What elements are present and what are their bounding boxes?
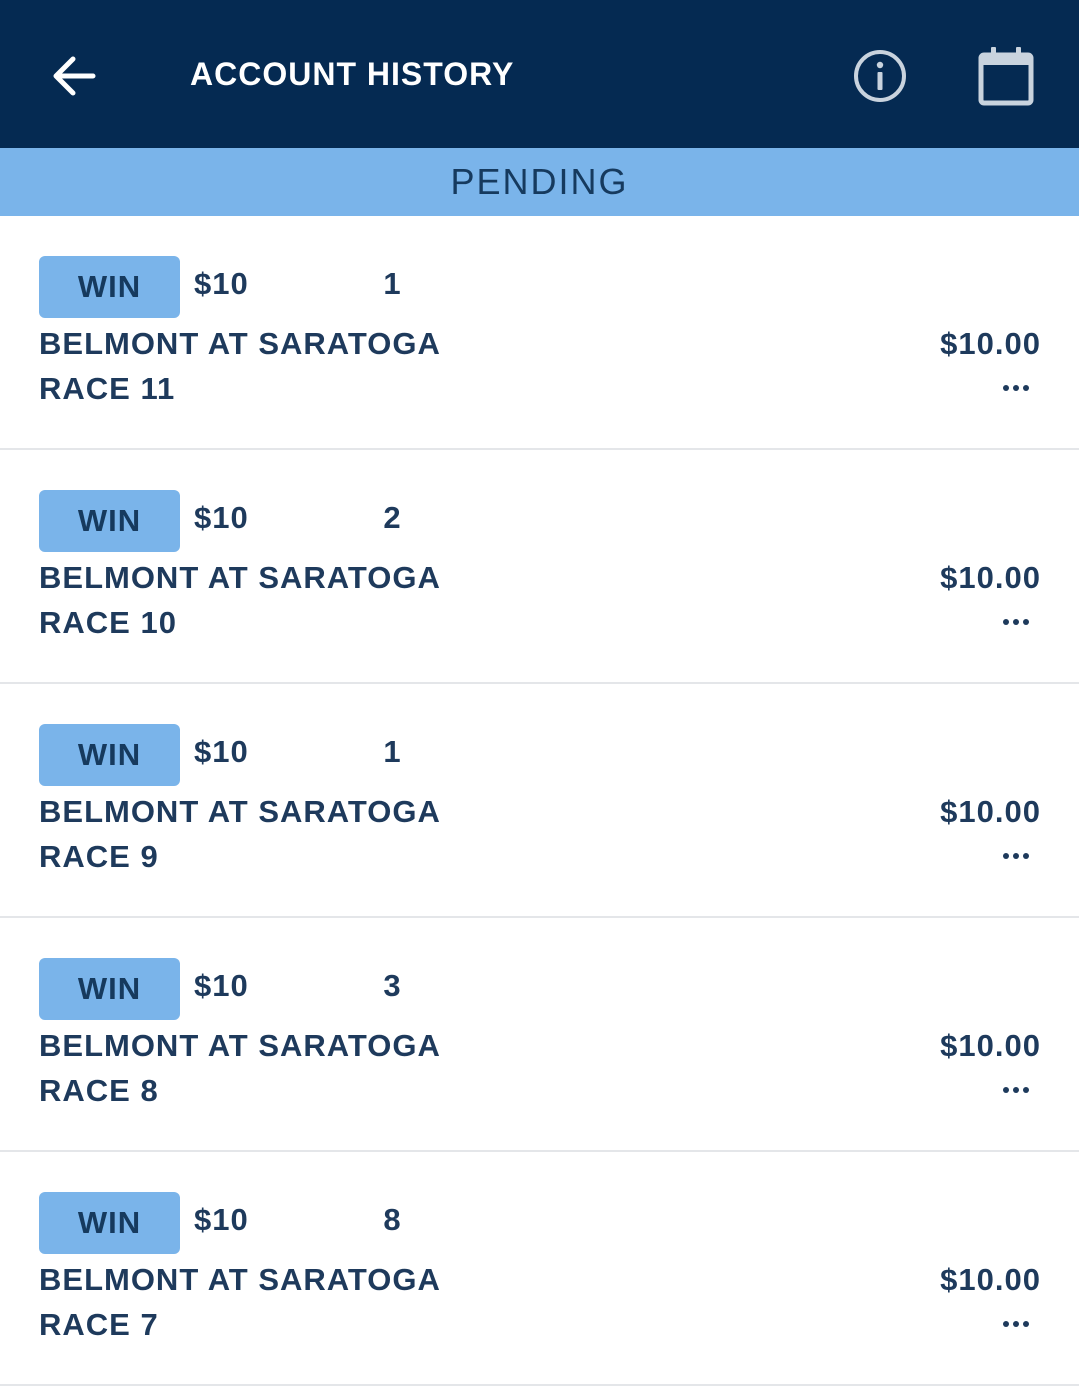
more-horizontal-icon [1003, 1321, 1029, 1327]
wager-total: $10.00 [940, 560, 1041, 595]
wager-total: $10.00 [940, 794, 1041, 829]
bet-selection: 3 [383, 968, 401, 1003]
pending-section-header: PENDING [0, 148, 1079, 216]
bet-amount: $10 [194, 500, 249, 535]
track-name: BELMONT AT SARATOGA [39, 1028, 441, 1063]
bet-type-badge: WIN [39, 490, 180, 552]
back-button[interactable] [42, 44, 106, 108]
section-label: PENDING [450, 161, 629, 202]
bet-amount: $10 [194, 266, 249, 301]
wager-item[interactable]: WIN $10 3 BELMONT AT SARATOGA RACE 8 $10… [0, 918, 1079, 1152]
more-options-button[interactable] [1001, 1078, 1031, 1102]
info-circle-icon [854, 50, 906, 102]
bet-selection: 1 [383, 266, 401, 301]
bet-type-badge: WIN [39, 1192, 180, 1254]
calendar-icon [978, 47, 1034, 106]
app-header: ACCOUNT HISTORY [0, 0, 1079, 148]
bet-type-badge: WIN [39, 256, 180, 318]
bet-amount: $10 [194, 968, 249, 1003]
race-number: RACE 7 [39, 1307, 159, 1342]
wager-item[interactable]: WIN $10 2 BELMONT AT SARATOGA RACE 10 $1… [0, 450, 1079, 684]
bet-selection: 1 [383, 734, 401, 769]
bet-amount: $10 [194, 1202, 249, 1237]
arrow-left-icon [53, 56, 96, 96]
wager-total: $10.00 [940, 1028, 1041, 1063]
track-name: BELMONT AT SARATOGA [39, 326, 441, 361]
bet-amount: $10 [194, 734, 249, 769]
track-name: BELMONT AT SARATOGA [39, 1262, 441, 1297]
wager-list: WIN $10 1 BELMONT AT SARATOGA RACE 11 $1… [0, 216, 1079, 1386]
more-horizontal-icon [1003, 853, 1029, 859]
more-horizontal-icon [1003, 1087, 1029, 1093]
calendar-button[interactable] [972, 42, 1040, 110]
more-options-button[interactable] [1001, 844, 1031, 868]
bet-selection: 8 [383, 1202, 401, 1237]
race-number: RACE 10 [39, 605, 177, 640]
race-number: RACE 8 [39, 1073, 159, 1108]
more-horizontal-icon [1003, 385, 1029, 391]
track-name: BELMONT AT SARATOGA [39, 560, 441, 595]
wager-item[interactable]: WIN $10 1 BELMONT AT SARATOGA RACE 9 $10… [0, 684, 1079, 918]
more-horizontal-icon [1003, 619, 1029, 625]
bet-selection: 2 [383, 500, 401, 535]
more-options-button[interactable] [1001, 1312, 1031, 1336]
race-number: RACE 11 [39, 371, 176, 406]
bet-type-badge: WIN [39, 724, 180, 786]
wager-item[interactable]: WIN $10 1 BELMONT AT SARATOGA RACE 11 $1… [0, 216, 1079, 450]
more-options-button[interactable] [1001, 610, 1031, 634]
race-number: RACE 9 [39, 839, 159, 874]
wager-item[interactable]: WIN $10 8 BELMONT AT SARATOGA RACE 7 $10… [0, 1152, 1079, 1386]
wager-total: $10.00 [940, 1262, 1041, 1297]
info-button[interactable] [848, 44, 912, 108]
more-options-button[interactable] [1001, 376, 1031, 400]
wager-total: $10.00 [940, 326, 1041, 361]
bet-type-badge: WIN [39, 958, 180, 1020]
page-title: ACCOUNT HISTORY [190, 56, 515, 92]
track-name: BELMONT AT SARATOGA [39, 794, 441, 829]
